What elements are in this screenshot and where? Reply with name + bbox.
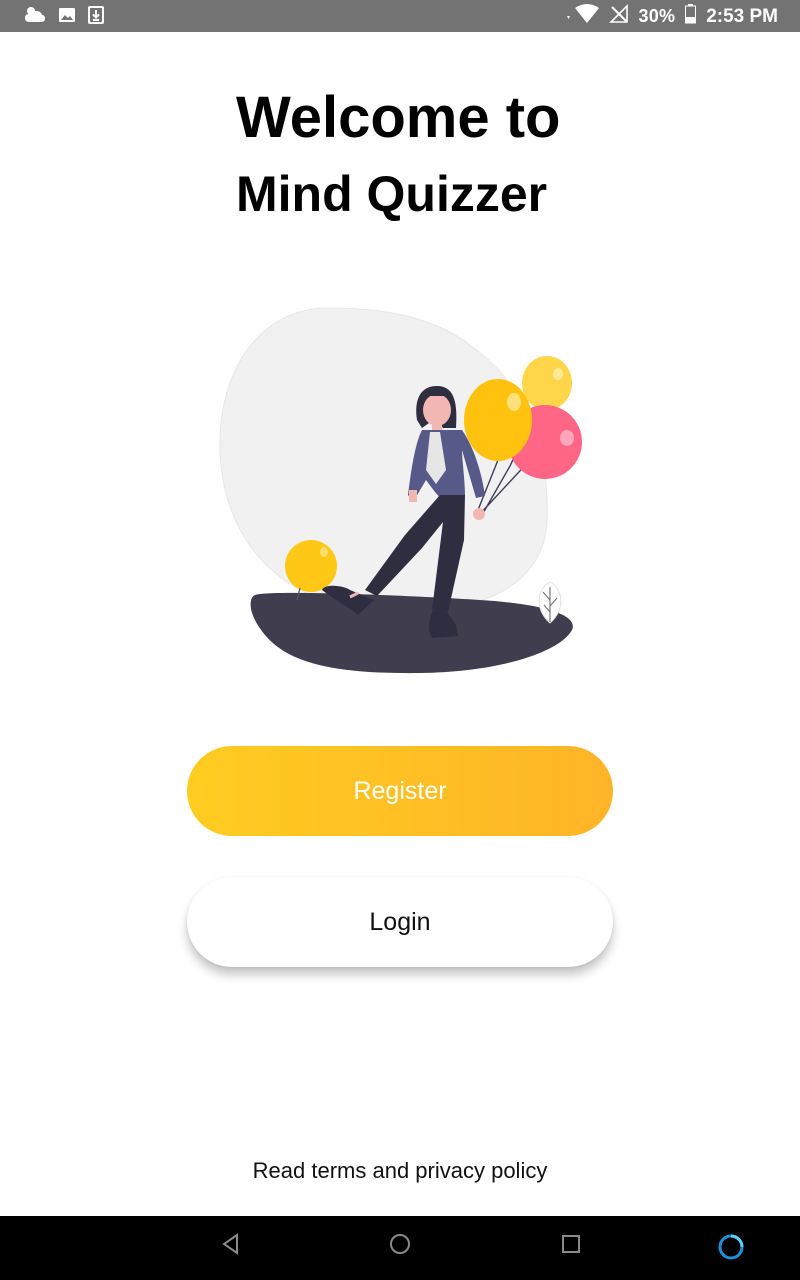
battery-percent: 30%	[638, 6, 676, 26]
terms-privacy-link[interactable]: Read terms and privacy policy	[0, 1158, 800, 1184]
recents-icon[interactable]	[560, 1232, 582, 1261]
woman-with-balloons-illustration	[200, 290, 600, 690]
wifi-icon	[565, 4, 599, 29]
notification-icons	[24, 5, 104, 30]
navigation-bar	[0, 1216, 800, 1280]
register-button[interactable]: Register	[187, 746, 613, 836]
image-icon	[58, 6, 76, 29]
clock: 2:53 PM	[706, 5, 778, 27]
back-icon[interactable]	[220, 1232, 242, 1261]
no-signal-icon	[608, 4, 629, 29]
welcome-title: Welcome to Mind Quizzer	[236, 84, 676, 236]
system-icons: 30% 2:53 PM	[565, 4, 778, 29]
weather-icon	[24, 5, 46, 30]
home-icon[interactable]	[388, 1232, 412, 1261]
welcome-line-2: Mind Quizzer	[236, 166, 548, 222]
welcome-line-1: Welcome to	[236, 85, 561, 150]
battery-icon	[685, 4, 697, 29]
assistant-icon[interactable]	[716, 1232, 746, 1267]
download-icon	[88, 6, 104, 29]
status-bar: 30% 2:53 PM	[0, 0, 800, 32]
login-button[interactable]: Login	[187, 877, 613, 967]
